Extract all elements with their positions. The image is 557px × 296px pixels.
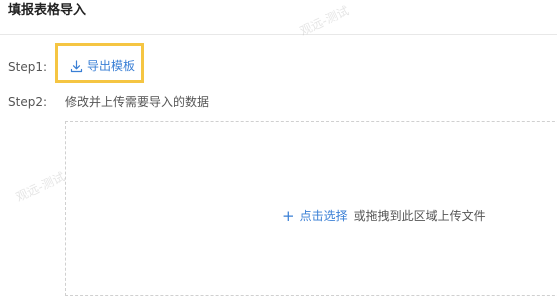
step2-label: Step2: — [8, 95, 47, 109]
export-template-button[interactable]: 导出模板 — [70, 58, 135, 74]
click-select-link[interactable]: 点击选择 — [300, 208, 348, 224]
plus-icon: + — [282, 207, 295, 225]
step1-label: Step1: — [8, 60, 47, 74]
drag-hint-text: 或拖拽到此区域上传文件 — [353, 209, 486, 223]
title-divider — [0, 34, 557, 35]
watermark: 观远-测试 — [13, 169, 68, 205]
export-template-label: 导出模板 — [87, 59, 136, 73]
download-icon — [70, 59, 83, 73]
step2-description: 修改并上传需要导入的数据 — [65, 95, 210, 109]
dropzone-hint: + 点击选择 或拖拽到此区域上传文件 — [282, 208, 486, 224]
page-title: 填报表格导入 — [8, 3, 87, 18]
